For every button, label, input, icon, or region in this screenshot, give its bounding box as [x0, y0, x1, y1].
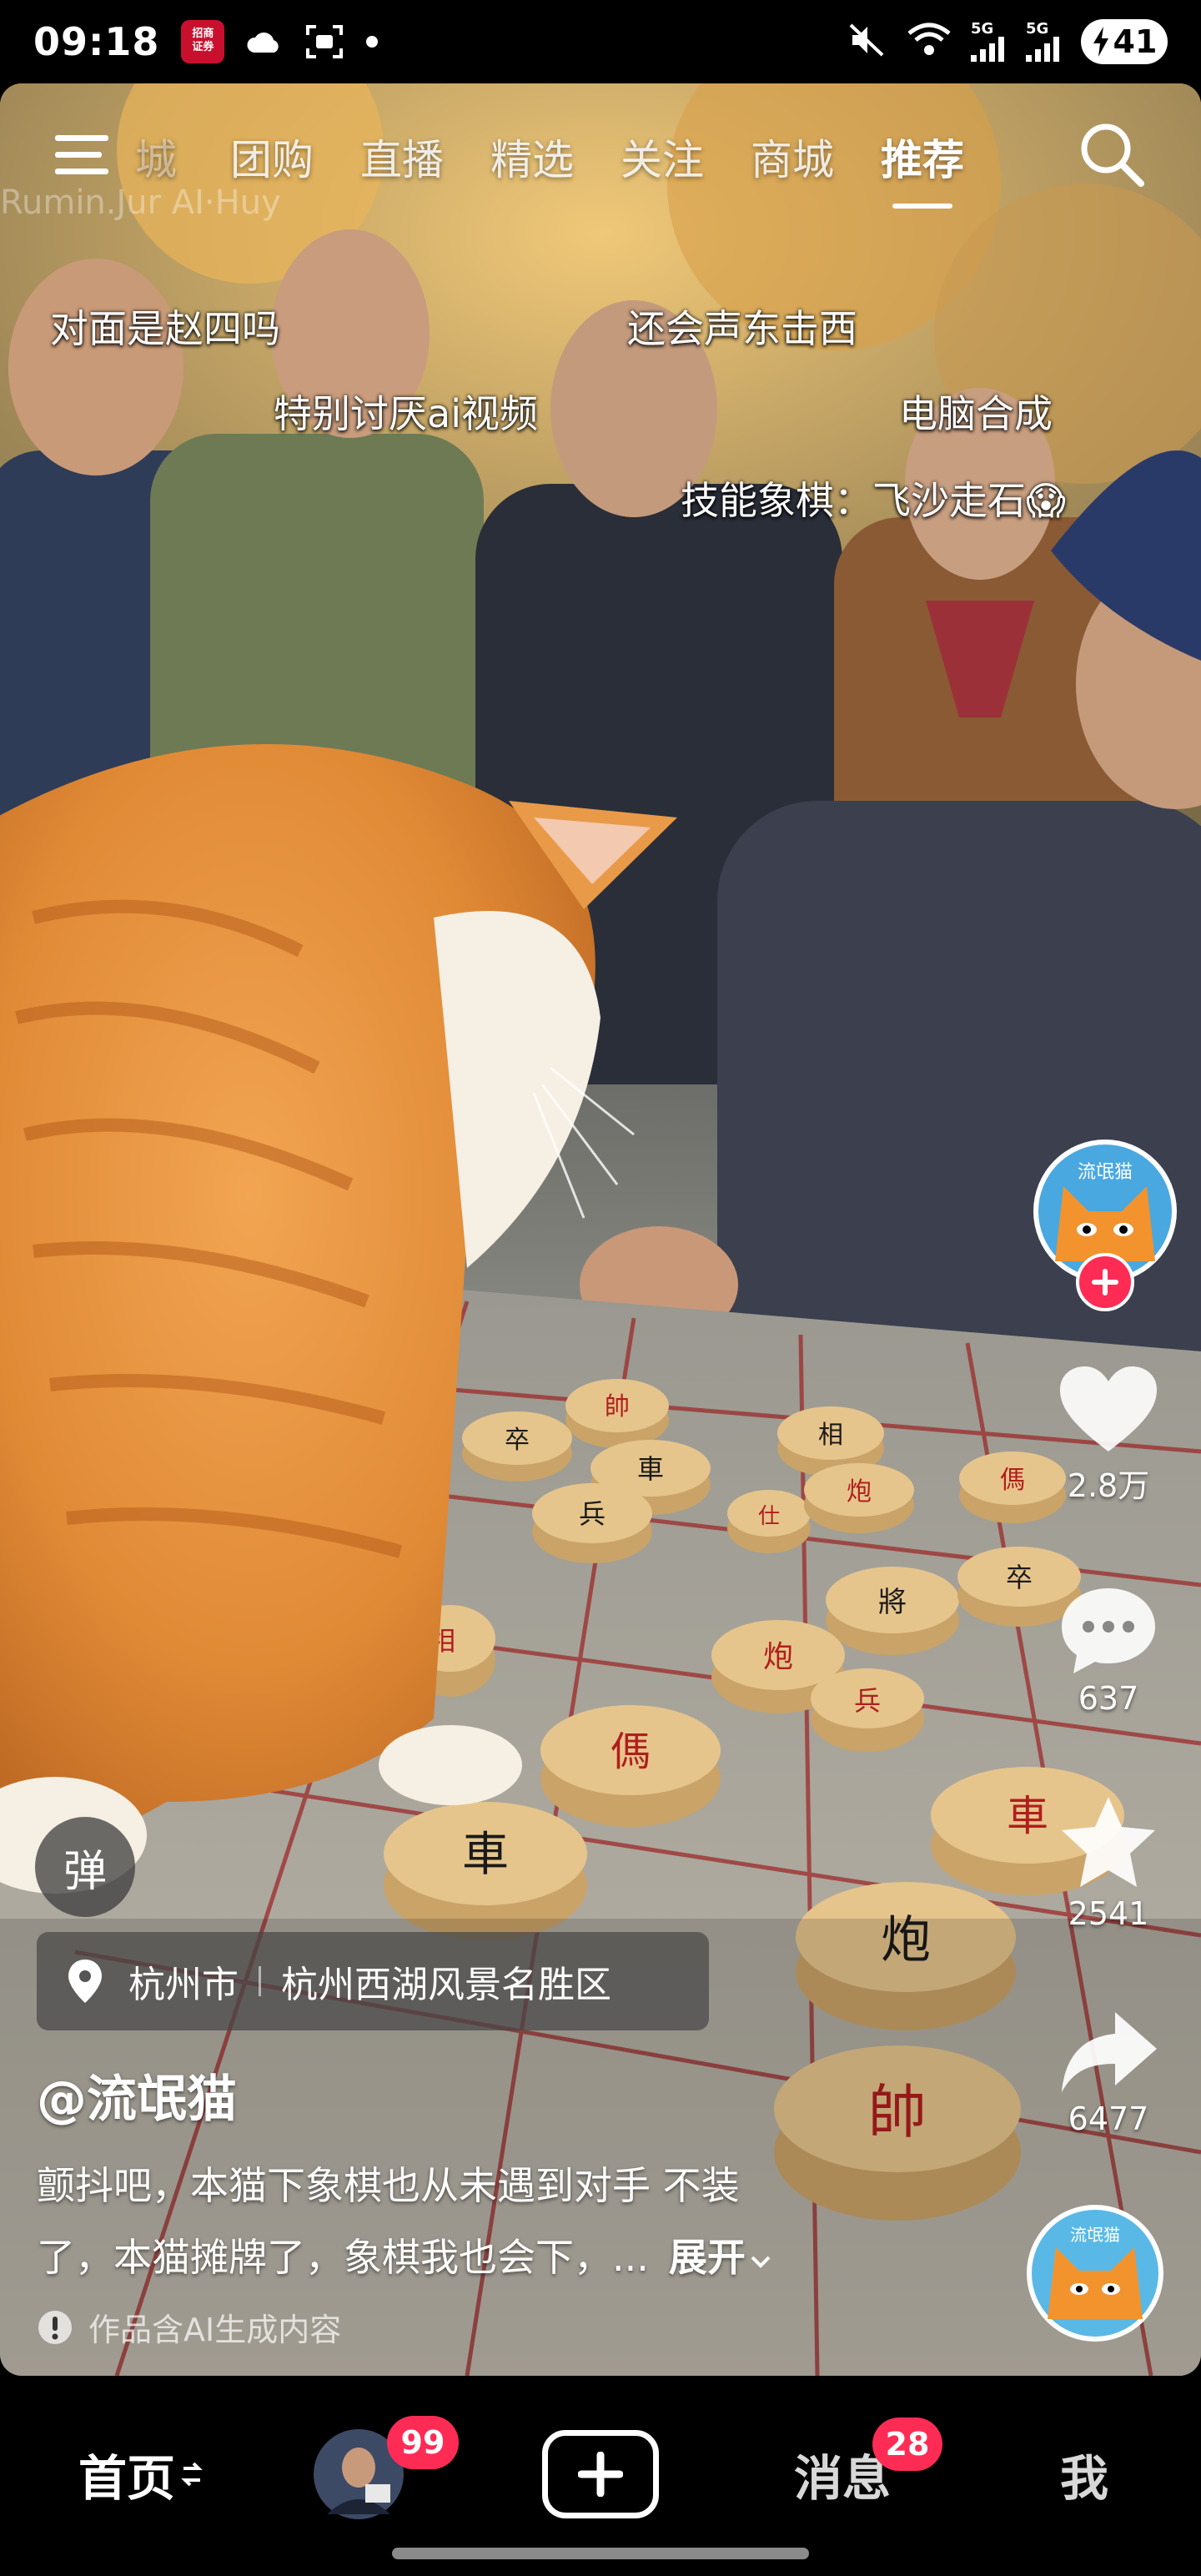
tab-me-label: 我	[1059, 2450, 1108, 2507]
tab-messages[interactable]: 消息 28	[784, 2418, 942, 2524]
screen: 09:18 招商 证券 5G 5G 41 帥 卒 車 相 兵 仕 炮 傌 將 卒…	[0, 0, 1201, 2576]
messages-badge: 28	[872, 2418, 942, 2471]
expand-button[interactable]: 展开	[669, 2235, 772, 2280]
svg-text:流氓猫: 流氓猫	[1070, 2225, 1120, 2245]
home-indicator[interactable]	[392, 2548, 809, 2559]
svg-text:車: 車	[1007, 1792, 1048, 1840]
location-separator	[259, 1966, 261, 1996]
signal-5g-1-icon: 5G	[971, 22, 1008, 62]
tab-home-label: 首页	[78, 2450, 175, 2507]
notification-dot-icon	[366, 36, 379, 48]
favorite-button[interactable]: 2541	[1046, 1794, 1171, 1932]
danmaku-toggle-label: 弹	[63, 1846, 107, 1897]
location-pin-icon	[68, 1960, 102, 2003]
mute-icon	[847, 22, 887, 62]
tab-friends[interactable]: 99	[309, 2416, 459, 2524]
charging-bolt-icon	[1093, 27, 1108, 57]
tab-home[interactable]: 首页	[70, 2424, 212, 2524]
svg-text:兵: 兵	[854, 1685, 881, 1717]
danmaku-comment: 电脑合成	[899, 391, 1053, 436]
location-chip[interactable]: 杭州市 杭州西湖风景名胜区	[37, 1932, 709, 2030]
video-description-line1: 颤抖吧，本猫下象棋也从未遇到对手 不装	[37, 2163, 740, 2208]
signal-5g-2-icon: 5G	[1026, 22, 1063, 62]
svg-text:將: 將	[878, 1586, 907, 1619]
star-icon	[1062, 1797, 1155, 1887]
securities-app-icon: 招商 证券	[181, 20, 225, 63]
danmaku-comment: 还会声东击西	[627, 306, 857, 351]
svg-text:卒: 卒	[505, 1426, 530, 1455]
plus-icon	[1092, 1269, 1118, 1296]
svg-text:仕: 仕	[758, 1504, 780, 1529]
create-post-frame	[542, 2430, 659, 2518]
battery-indicator: 41	[1081, 19, 1168, 64]
status-right: 5G 5G 41	[847, 0, 1168, 83]
refresh-arrows-icon	[181, 2462, 203, 2487]
share-count: 6477	[1068, 2101, 1149, 2137]
video-description-text: 了，本猫摊牌了，象棋我也会下，...	[37, 2235, 649, 2280]
svg-text:流氓猫: 流氓猫	[1078, 1162, 1133, 1183]
music-disc-button[interactable]: 流氓猫	[1027, 2202, 1163, 2344]
create-post-button[interactable]	[539, 2424, 662, 2524]
ai-content-notice: 作品含AI生成内容	[37, 2304, 341, 2350]
tab-recommended[interactable]: 推荐	[881, 127, 964, 209]
tab-me[interactable]: 我	[1043, 2424, 1126, 2524]
svg-text:傌: 傌	[611, 1728, 651, 1775]
comment-count: 637	[1078, 1680, 1139, 1717]
screenshot-icon	[304, 23, 344, 60]
danmaku-comment: 特别讨厌ai视频	[274, 391, 538, 436]
danmaku-toggle-button[interactable]: 弹	[35, 1817, 135, 1917]
author-name[interactable]: @流氓猫	[37, 2059, 237, 2131]
info-icon	[38, 2310, 72, 2344]
video-description-line2: 了，本猫摊牌了，象棋我也会下，... 展开	[37, 2227, 772, 2282]
tab-live[interactable]: 直播	[360, 127, 444, 194]
tab-group-buy[interactable]: 团购	[230, 127, 314, 194]
favorite-count: 2541	[1068, 1895, 1149, 1932]
nav-tabs: 团购 直播 精选 关注 商城 推荐	[230, 127, 964, 209]
share-button[interactable]: 6477	[1046, 2007, 1171, 2137]
tab-partial[interactable]: 城	[135, 127, 177, 194]
music-disc-icon: 流氓猫	[1027, 2205, 1163, 2342]
friends-badge: 99	[387, 2416, 459, 2469]
comment-icon	[1062, 1588, 1155, 1673]
svg-text:車: 車	[637, 1453, 664, 1485]
expand-label: 展开	[668, 2235, 746, 2280]
svg-text:傌: 傌	[1000, 1466, 1025, 1495]
svg-text:炮: 炮	[763, 1640, 793, 1674]
tab-featured[interactable]: 精选	[490, 127, 574, 194]
bottom-tab-bar: 首页 99 消息 28 我	[0, 2376, 1201, 2576]
svg-text:炮: 炮	[847, 1477, 872, 1507]
tab-mall[interactable]: 商城	[751, 127, 834, 194]
search-icon[interactable]	[1076, 118, 1148, 190]
tab-following[interactable]: 关注	[621, 127, 704, 194]
svg-text:相: 相	[818, 1421, 843, 1450]
svg-text:帥: 帥	[605, 1392, 630, 1421]
danmaku-comment: 技能象棋：飞沙走石😱	[681, 478, 1066, 523]
heart-icon	[1060, 1366, 1157, 1452]
location-place: 杭州西湖风景名胜区	[281, 1964, 611, 2006]
wifi-icon	[906, 22, 952, 62]
status-bar: 09:18 招商 证券 5G 5G 41	[0, 0, 1201, 83]
svg-text:兵: 兵	[579, 1498, 606, 1530]
like-count: 2.8万	[1067, 1467, 1150, 1504]
status-time: 09:18	[33, 19, 160, 64]
comment-button[interactable]: 637	[1046, 1583, 1171, 1717]
plus-icon	[578, 2452, 623, 2497]
hamburger-menu-icon[interactable]	[52, 125, 118, 184]
danmaku-comment: 对面是赵四吗	[50, 306, 280, 351]
top-nav: Rumin.Jur AI·Huy 城 团购 直播 精选 关注 商城 推荐	[0, 83, 1201, 225]
chevron-down-icon	[751, 2256, 771, 2268]
follow-button[interactable]	[1076, 1253, 1134, 1311]
svg-text:卒: 卒	[1006, 1562, 1033, 1593]
location-city: 杭州市	[128, 1964, 239, 2006]
share-arrow-icon	[1062, 2012, 1157, 2092]
like-button[interactable]: 2.8万	[1046, 1363, 1171, 1506]
ai-content-notice-text: 作品含AI生成内容	[88, 2312, 342, 2348]
svg-text:車: 車	[462, 1828, 509, 1882]
cloud-icon	[246, 29, 283, 54]
